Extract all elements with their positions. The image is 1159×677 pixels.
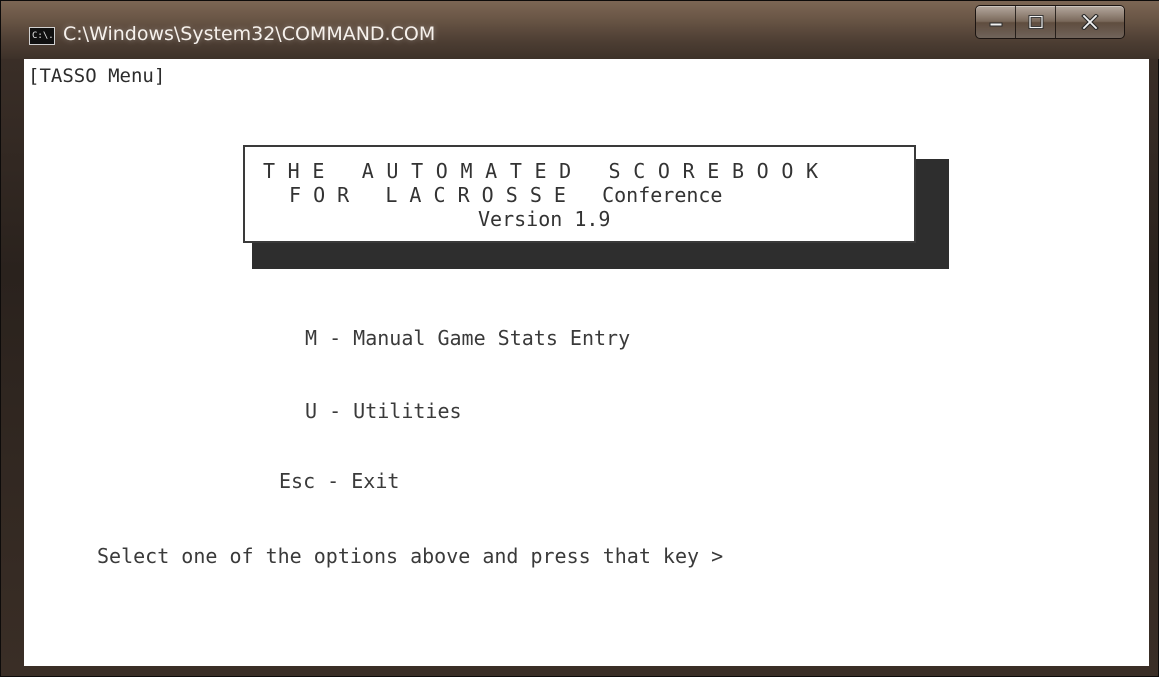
option-exit[interactable]: Esc - Exit — [279, 469, 399, 493]
selection-prompt: Select one of the options above and pres… — [97, 544, 724, 568]
close-icon — [1081, 14, 1099, 30]
banner-line-1: T H E A U T O M A T E D S C O R E B O O … — [263, 159, 819, 183]
close-button[interactable] — [1056, 6, 1124, 38]
console-area[interactable]: [TASSO Menu] T H E A U T O M A T E D S C… — [24, 59, 1149, 666]
console-window: C:\. C:\Windows\System32\COMMAND.COM [TA… — [0, 0, 1159, 677]
banner-line-2: F O R L A C R O S S E Conference — [289, 183, 723, 207]
title-banner: T H E A U T O M A T E D S C O R E B O O … — [243, 145, 916, 243]
option-utilities[interactable]: U - Utilities — [305, 399, 462, 423]
minimize-icon — [989, 22, 1002, 27]
banner-version: Version 1.9 — [478, 207, 611, 231]
minimize-button[interactable] — [976, 6, 1016, 38]
window-controls — [975, 5, 1125, 39]
maximize-icon — [1028, 15, 1043, 29]
option-manual-game-stats[interactable]: M - Manual Game Stats Entry — [305, 326, 630, 350]
menu-label: [TASSO Menu] — [28, 65, 166, 87]
title-bar[interactable]: C:\. C:\Windows\System32\COMMAND.COM — [1, 1, 1159, 59]
window-title: C:\Windows\System32\COMMAND.COM — [63, 23, 436, 45]
command-prompt-icon[interactable]: C:\. — [29, 27, 55, 45]
maximize-button[interactable] — [1016, 6, 1056, 38]
